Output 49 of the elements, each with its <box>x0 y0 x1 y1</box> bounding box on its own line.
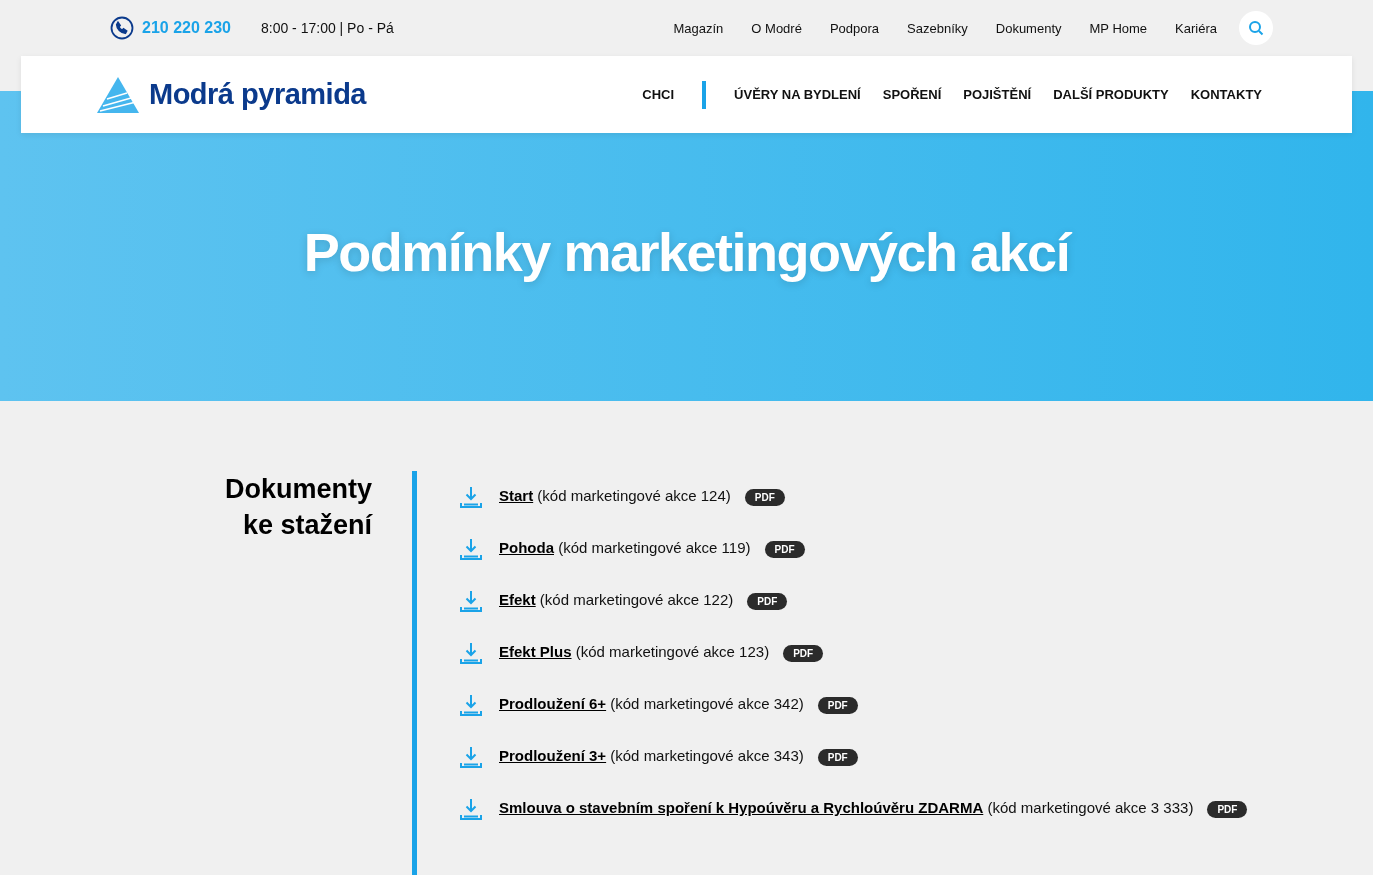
download-icon[interactable] <box>459 485 483 509</box>
pdf-badge: PDF <box>1207 800 1248 818</box>
nav-link[interactable]: SPOŘENÍ <box>882 87 942 102</box>
top-link[interactable]: Dokumenty <box>995 20 1062 36</box>
logo[interactable]: Modrá pyramida <box>97 76 366 113</box>
pdf-badge: PDF <box>747 592 788 610</box>
pdf-badge: PDF <box>764 540 805 558</box>
page-title: Podmínky marketingových akcí <box>303 221 1070 283</box>
opening-hours: 8:00 - 17:00 | Po - Pá <box>261 20 394 36</box>
document-link[interactable]: Smlouva o stavebním spoření k Hypoúvěru a Rychloúvěru ZDARMA <box>499 799 984 816</box>
document-link[interactable]: Pohoda <box>499 539 554 556</box>
nav-link[interactable]: POJIŠTĚNÍ <box>963 87 1032 102</box>
document-link[interactable]: Efekt Plus <box>499 643 572 660</box>
top-link[interactable]: MP Home <box>1089 20 1148 36</box>
pdf-badge: PDF <box>744 488 785 506</box>
phone-icon <box>110 16 134 40</box>
download-icon[interactable] <box>459 641 483 665</box>
search-icon <box>1248 20 1264 36</box>
download-icon[interactable] <box>459 693 483 717</box>
pdf-badge: PDF <box>817 696 858 714</box>
top-link[interactable]: Magazín <box>673 20 724 36</box>
download-icon[interactable] <box>459 537 483 561</box>
download-icon[interactable] <box>459 745 483 769</box>
document-note: (kód marketingové akce 3 333) <box>987 799 1194 816</box>
document-note: (kód marketingové akce 123) <box>575 643 770 660</box>
document-note: (kód marketingové akce 119) <box>558 539 751 556</box>
document-note: (kód marketingové akce 124) <box>537 487 731 504</box>
pdf-badge: PDF <box>783 644 824 662</box>
download-icon[interactable] <box>459 797 483 821</box>
document-note: (kód marketingové akce 343) <box>610 747 804 764</box>
search-button[interactable] <box>1239 11 1273 45</box>
top-link[interactable]: Podpora <box>829 20 880 36</box>
top-link[interactable]: Kariéra <box>1175 20 1217 36</box>
document-note: (kód marketingové akce 122) <box>539 591 734 608</box>
nav-link[interactable]: CHCI <box>642 87 675 102</box>
section-heading: Dokumenty ke stažení <box>223 473 372 542</box>
pdf-badge: PDF <box>817 748 858 766</box>
nav-link[interactable]: DALŠÍ PRODUKTY <box>1053 87 1169 102</box>
pyramid-icon <box>97 76 139 113</box>
document-link[interactable]: Efekt <box>499 591 536 608</box>
download-icon[interactable] <box>459 589 483 613</box>
document-link[interactable]: Prodloužení 3+ <box>499 747 607 764</box>
top-link[interactable]: O Modré <box>751 20 802 36</box>
nav-link[interactable]: KONTAKTY <box>1190 87 1262 102</box>
document-link[interactable]: Start <box>499 487 534 504</box>
top-link[interactable]: Sazebníky <box>907 20 968 36</box>
nav-link[interactable]: ÚVĚRY NA BYDLENÍ <box>734 87 861 102</box>
document-note: (kód marketingové akce 342) <box>610 695 804 712</box>
document-link[interactable]: Prodloužení 6+ <box>499 695 607 712</box>
